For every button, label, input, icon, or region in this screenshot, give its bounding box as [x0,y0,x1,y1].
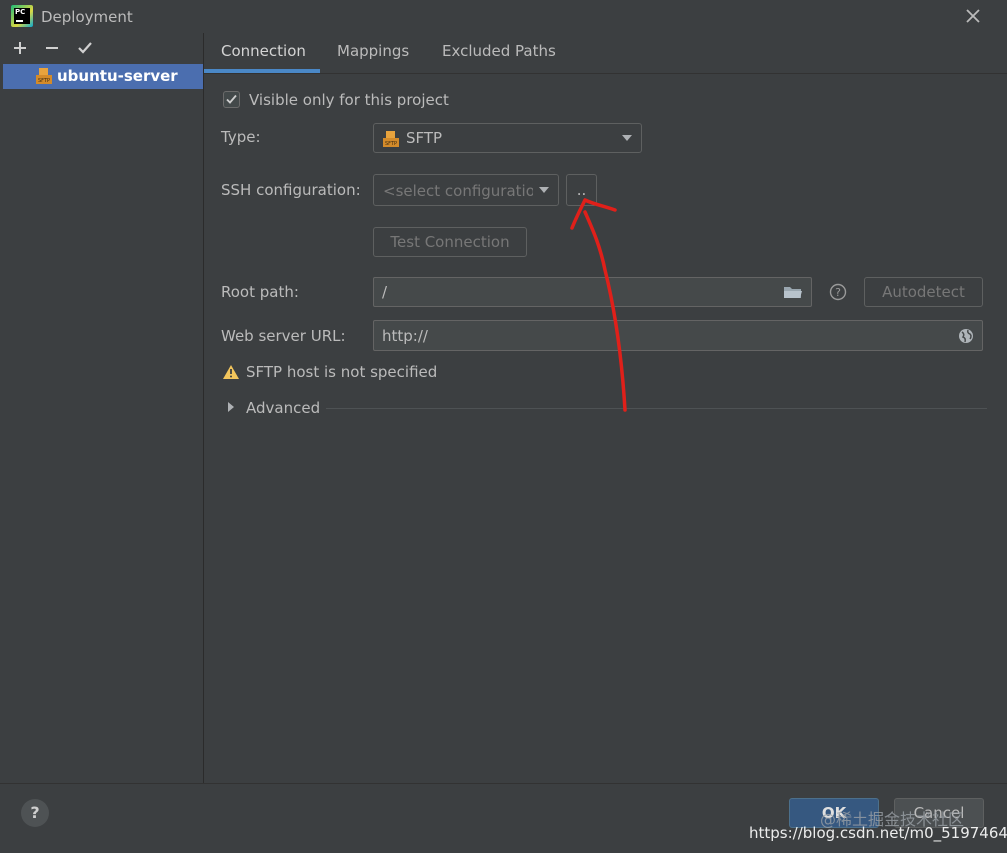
svg-text:SFTP: SFTP [385,141,397,147]
advanced-section-toggle[interactable]: Advanced [246,399,320,417]
sftp-icon: SFTP [36,68,52,84]
server-list-panel: SFTP ubuntu-server [3,33,204,783]
folder-icon[interactable] [783,284,803,300]
annotation-arrow-icon [570,198,627,412]
root-path-value: / [382,283,388,301]
check-icon[interactable] [76,39,94,57]
visible-only-label: Visible only for this project [249,91,449,109]
chevron-right-icon[interactable] [226,401,236,413]
visible-only-checkbox[interactable] [223,91,240,108]
sidebar-item-label: ubuntu-server [57,67,178,85]
close-icon[interactable] [962,5,984,27]
root-path-label: Root path: [221,283,299,301]
add-icon[interactable] [11,39,29,57]
ssh-config-placeholder: <select configuratio [383,182,533,200]
tab-excluded-paths[interactable]: Excluded Paths [442,42,556,60]
tab-bar: Connection Mappings Excluded Paths [204,33,1007,74]
sftp-icon: SFTP [383,131,399,147]
autodetect-button[interactable]: Autodetect [864,277,983,307]
warning-message: SFTP host is not specified [246,363,438,381]
web-server-url-input[interactable]: http:// [373,320,983,351]
active-tab-indicator [204,69,320,73]
web-server-url-label: Web server URL: [221,327,346,345]
pycharm-logo-icon: PC [11,5,33,27]
watermark-url: https://blog.csdn.net/m0_51974644 [749,824,1007,842]
type-select[interactable]: SFTP SFTP [373,123,642,153]
ssh-config-select[interactable]: <select configuratio [373,174,559,206]
sidebar-item-ubuntu-server[interactable]: SFTP ubuntu-server [3,64,203,89]
type-value: SFTP [406,129,443,147]
chevron-down-icon [539,187,549,193]
help-button[interactable]: ? [21,799,49,827]
chevron-down-icon [622,135,632,141]
test-connection-button[interactable]: Test Connection [373,227,527,257]
advanced-divider [326,408,987,409]
help-icon[interactable]: ? [829,283,847,301]
tab-mappings[interactable]: Mappings [337,42,409,60]
svg-text:SFTP: SFTP [38,78,50,84]
svg-text:?: ? [835,286,841,299]
window-title: Deployment [41,8,133,26]
type-label: Type: [221,128,261,146]
globe-icon[interactable] [958,328,974,344]
ssh-config-label: SSH configuration: [221,181,361,199]
warning-icon [223,365,239,379]
remove-icon[interactable] [43,39,61,57]
title-bar: PC Deployment [0,0,1007,33]
web-server-url-value: http:// [382,327,428,345]
checkmark-icon [226,94,237,104]
tab-connection[interactable]: Connection [221,42,306,60]
